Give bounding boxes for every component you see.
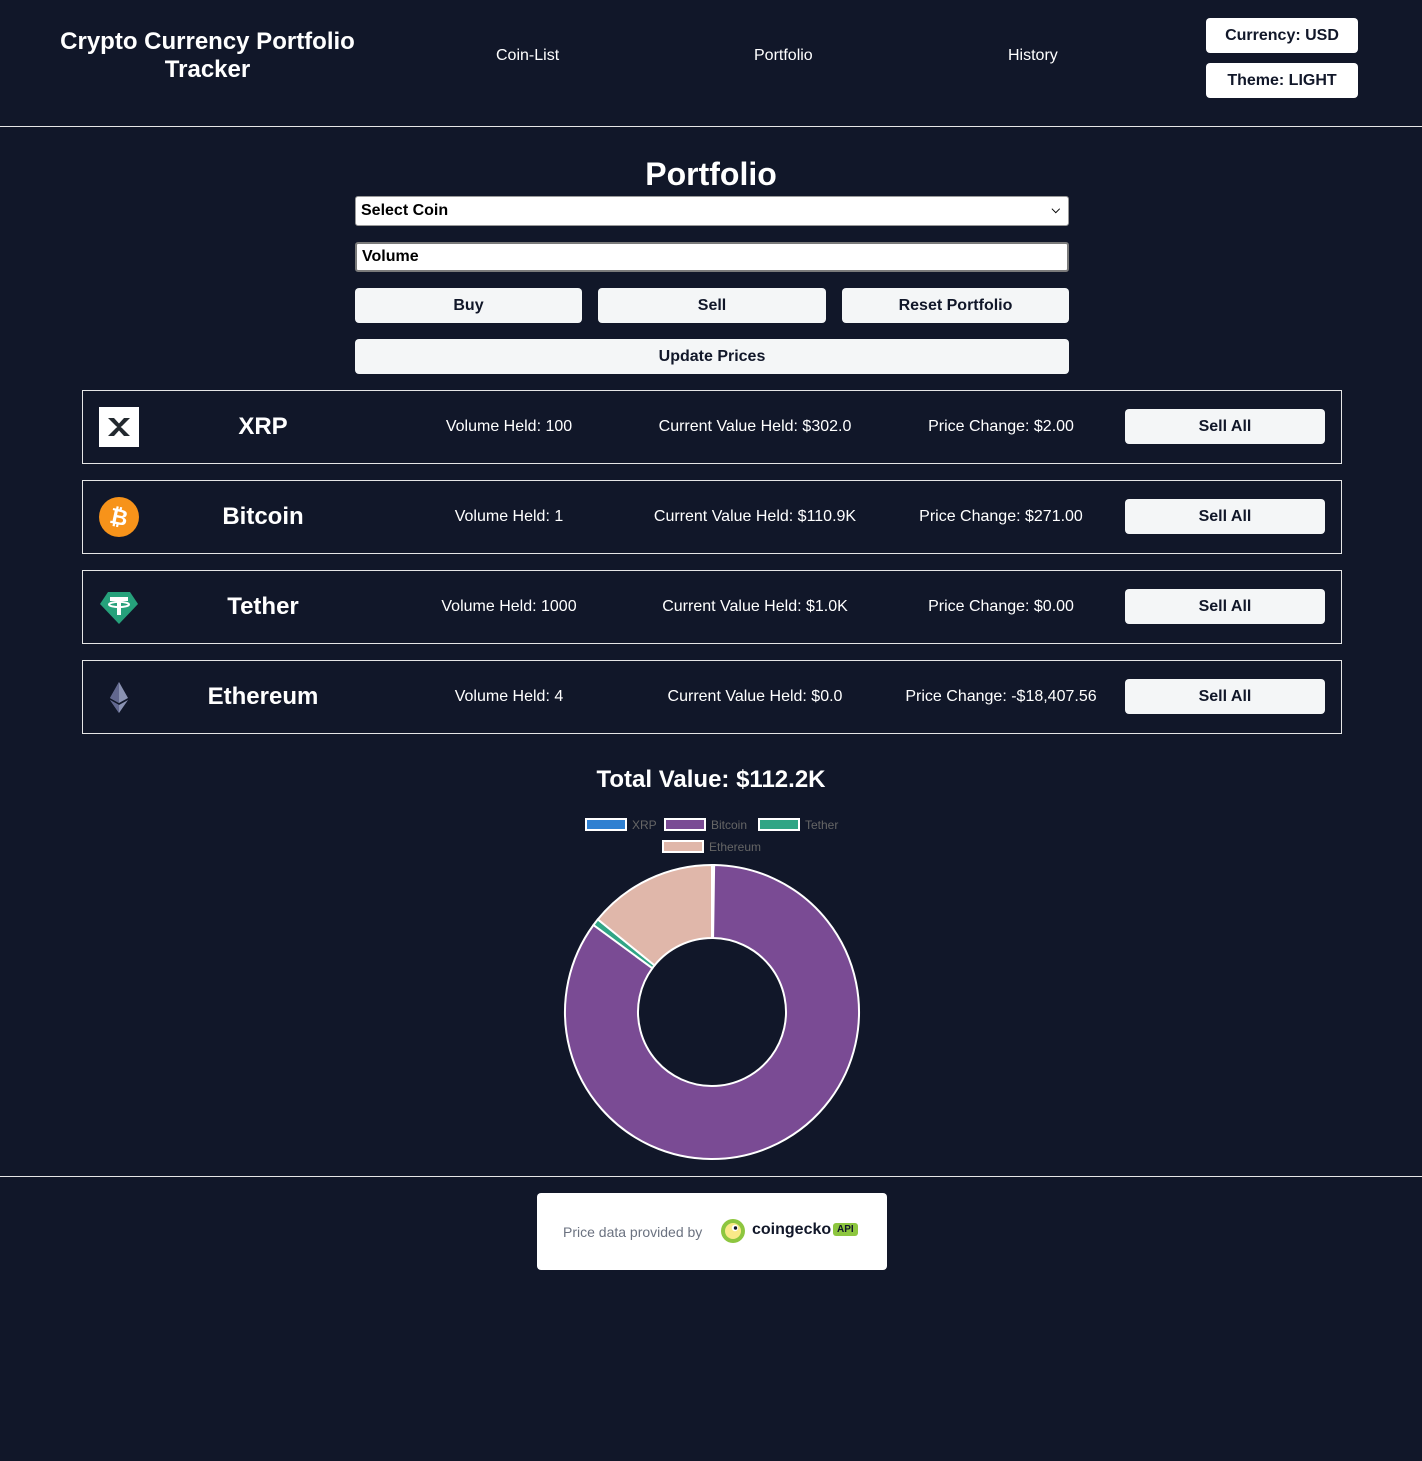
nav-coin-list[interactable]: Coin-List xyxy=(496,47,559,65)
legend-label: Tether xyxy=(805,818,839,832)
currency-button[interactable]: Currency: USD xyxy=(1206,18,1358,53)
coin-name: Ethereum xyxy=(207,683,319,710)
tether-icon xyxy=(100,592,138,624)
price-change: Price Change: -$18,407.56 xyxy=(905,688,1097,705)
price-change: Price Change: $2.00 xyxy=(928,418,1074,435)
price-change: Price Change: $0.00 xyxy=(928,598,1074,615)
total-value: Total Value: $112.2K xyxy=(596,766,826,793)
current-value: Current Value Held: $110.9K xyxy=(653,508,857,525)
xrp-icon xyxy=(99,407,139,447)
volume-input[interactable] xyxy=(355,242,1069,272)
app-title: Crypto Currency Portfolio Tracker xyxy=(60,28,355,83)
legend-item-tether[interactable]: Tether xyxy=(758,818,838,832)
sell-button[interactable]: Sell xyxy=(598,288,826,323)
volume-held: Volume Held: 4 xyxy=(454,688,564,705)
legend-item-ethereum[interactable]: Ethereum xyxy=(662,840,761,854)
sell-all-button[interactable]: Sell All xyxy=(1125,409,1325,444)
legend-label: Bitcoin xyxy=(711,818,748,832)
legend-item-bitcoin[interactable]: Bitcoin xyxy=(664,818,747,832)
coin-name: Bitcoin xyxy=(222,503,304,530)
current-value: Current Value Held: $1.0K xyxy=(662,598,848,615)
volume-held: Volume Held: 100 xyxy=(445,418,573,435)
bitcoin-icon: ₿ xyxy=(99,497,139,537)
legend-label: XRP xyxy=(632,818,657,832)
volume-held: Volume Held: 1 xyxy=(454,508,564,525)
api-badge: API xyxy=(833,1223,858,1236)
holding-card-xrp: XRP Volume Held: 100 Current Value Held:… xyxy=(82,390,1342,464)
legend-swatch xyxy=(664,818,706,831)
coingecko-attribution[interactable]: Price data provided by coingecko API xyxy=(537,1193,887,1270)
legend-swatch xyxy=(585,818,627,831)
header: Crypto Currency Portfolio Tracker Coin-L… xyxy=(0,0,1422,127)
legend-item-xrp[interactable]: XRP xyxy=(585,818,657,832)
nav-history[interactable]: History xyxy=(1008,47,1058,65)
coingecko-logo-icon xyxy=(721,1219,745,1243)
legend-swatch xyxy=(662,840,704,853)
sell-all-button[interactable]: Sell All xyxy=(1125,499,1325,534)
attribution-text: Price data provided by xyxy=(563,1224,703,1240)
footer-divider xyxy=(0,1176,1422,1177)
price-change: Price Change: $271.00 xyxy=(919,508,1083,525)
holding-card-tether: Tether Volume Held: 1000 Current Value H… xyxy=(82,570,1342,644)
holding-card-bitcoin: ₿ Bitcoin Volume Held: 1 Current Value H… xyxy=(82,480,1342,554)
update-prices-button[interactable]: Update Prices xyxy=(355,339,1069,374)
buy-button[interactable]: Buy xyxy=(355,288,582,323)
nav-portfolio[interactable]: Portfolio xyxy=(754,47,813,65)
current-value: Current Value Held: $0.0 xyxy=(667,688,843,705)
portfolio-doughnut-chart xyxy=(564,863,860,1160)
coin-select[interactable]: Select Coin ⌵ xyxy=(355,196,1069,226)
legend-swatch xyxy=(758,818,800,831)
current-value: Current Value Held: $302.0 xyxy=(658,418,852,435)
page-title: Portfolio xyxy=(645,156,777,192)
coin-name: XRP xyxy=(238,413,288,440)
coingecko-brand: coingecko xyxy=(752,1221,832,1238)
theme-button[interactable]: Theme: LIGHT xyxy=(1206,63,1358,98)
volume-held: Volume Held: 1000 xyxy=(441,598,577,615)
sell-all-button[interactable]: Sell All xyxy=(1125,679,1325,714)
sell-all-button[interactable]: Sell All xyxy=(1125,589,1325,624)
chevron-down-icon: ⌵ xyxy=(1051,204,1060,216)
holding-card-ethereum: Ethereum Volume Held: 4 Current Value He… xyxy=(82,660,1342,734)
reset-portfolio-button[interactable]: Reset Portfolio xyxy=(842,288,1069,323)
legend-label: Ethereum xyxy=(709,840,762,854)
coin-select-value: Select Coin xyxy=(361,202,449,219)
ethereum-icon xyxy=(110,682,128,713)
coin-name: Tether xyxy=(227,593,299,620)
